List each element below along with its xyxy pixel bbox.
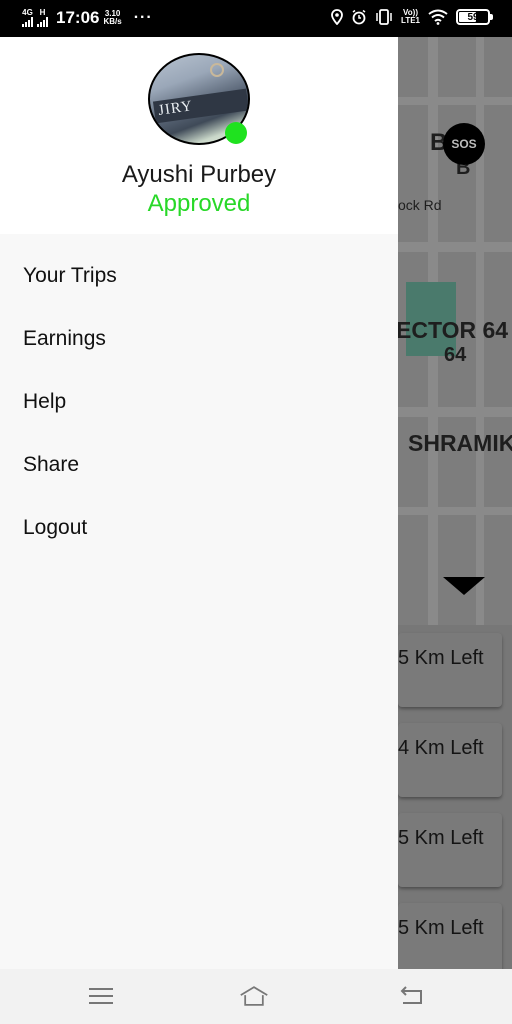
home-icon[interactable]: [239, 983, 269, 1009]
wifi-icon: [428, 9, 448, 25]
map-label-sector: ECTOR 64: [398, 317, 509, 343]
back-icon[interactable]: [397, 983, 427, 1009]
alarm-icon: [352, 9, 366, 25]
signal-icon-2: H: [37, 9, 48, 27]
menu-item-help[interactable]: Help: [0, 370, 398, 433]
map-label-road: ock Rd: [398, 197, 442, 213]
map-label-shramik: SHRAMIK: [408, 430, 512, 456]
ride-card[interactable]: 5 Km Left: [398, 813, 502, 887]
ride-list: 5 Km Left 4 Km Left 5 Km Left 5 Km Left: [398, 625, 512, 969]
map-view[interactable]: B B ock Rd ECTOR 64 64 SHRAMIK SOS: [398, 37, 512, 625]
menu-item-share[interactable]: Share: [0, 433, 398, 496]
battery-icon: 59: [456, 9, 493, 25]
network-type-label: 4G: [22, 8, 33, 17]
watch-image-detail: [210, 63, 224, 77]
collapse-arrow-icon[interactable]: [443, 577, 485, 595]
more-notifications-icon: ···: [133, 9, 153, 26]
ride-distance: 5 Km Left: [398, 827, 484, 849]
network-type-label-2: H: [39, 8, 46, 17]
drawer-header: JIRY Ayushi Purbey Approved: [0, 37, 398, 234]
menu-item-earnings[interactable]: Earnings: [0, 307, 398, 370]
menu-item-your-trips[interactable]: Your Trips: [0, 244, 398, 307]
ride-card[interactable]: 5 Km Left: [398, 903, 502, 969]
navigation-drawer: JIRY Ayushi Purbey Approved Your Trips E…: [0, 37, 398, 969]
clock: 17:06: [56, 8, 100, 27]
sos-button[interactable]: SOS: [443, 123, 485, 165]
user-name: Ayushi Purbey: [121, 161, 277, 188]
status-bar: 4G H 17:06 3.10 KB/s ··· Vo)) LTE1 59: [0, 0, 512, 37]
network-speed: 3.10 KB/s: [103, 10, 121, 26]
menu-icon[interactable]: [86, 983, 116, 1009]
signal-icon: 4G: [22, 9, 33, 27]
ride-card[interactable]: 4 Km Left: [398, 723, 502, 797]
ride-distance: 5 Km Left: [398, 647, 484, 669]
lte-label: LTE1: [401, 16, 420, 25]
map-label-sector-number: 64: [444, 344, 467, 366]
avatar-book-text: JIRY: [157, 98, 194, 119]
menu-item-logout[interactable]: Logout: [0, 496, 398, 559]
vibrate-icon: [376, 9, 392, 25]
ride-distance: 4 Km Left: [398, 737, 484, 759]
ride-distance: 5 Km Left: [398, 917, 484, 939]
approval-status: Approved: [147, 190, 251, 217]
online-status-dot: [225, 122, 247, 144]
speed-unit: KB/s: [103, 17, 122, 26]
drawer-menu: Your Trips Earnings Help Share Logout: [0, 244, 398, 559]
ride-card[interactable]: 5 Km Left: [398, 633, 502, 707]
volte-indicator: Vo)) LTE1: [401, 9, 420, 25]
location-icon: [331, 9, 343, 25]
battery-level: 59: [467, 11, 479, 23]
system-navigation-bar: [0, 969, 512, 1024]
